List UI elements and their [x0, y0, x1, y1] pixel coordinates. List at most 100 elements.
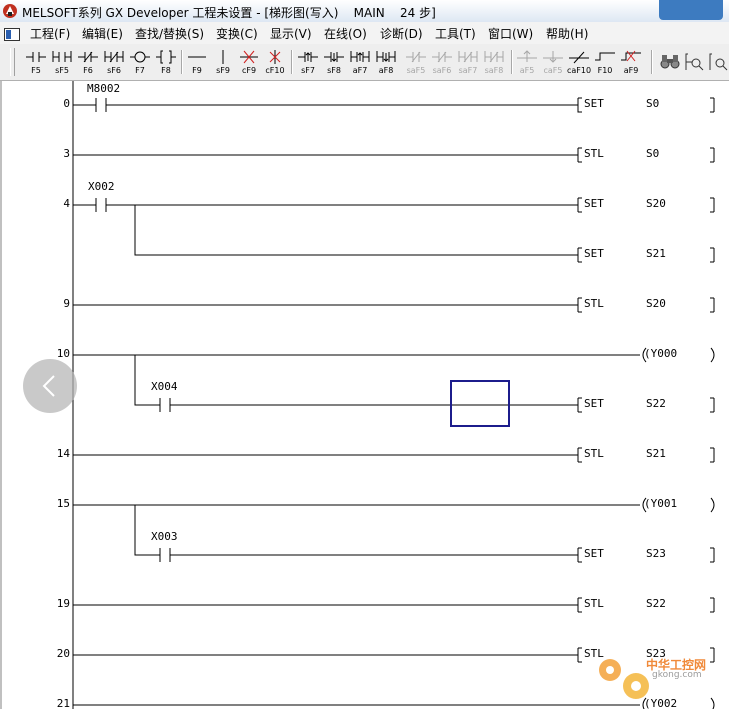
rung-0	[73, 97, 715, 113]
rising-pulse-contact-icon	[298, 52, 318, 62]
instruction-operand: S0	[646, 147, 660, 160]
draw-line-icon	[595, 52, 615, 61]
no-contact-button[interactable]: F5	[24, 48, 48, 76]
parallel-no-contact-icon	[52, 51, 72, 62]
menu-project[interactable]: 工程(F)	[30, 25, 70, 42]
horizontal-line-button[interactable]: F9	[185, 48, 209, 76]
ladder-toolbar: F5 sF5 F6 sF6 F7 F8 F9 sF9 cF9 cF10 sF7	[0, 44, 729, 81]
menu-window[interactable]: 窗口(W)	[488, 25, 533, 42]
menu-find-replace[interactable]: 查找/替换(S)	[135, 25, 204, 42]
invert-result-button[interactable]: caF10	[567, 48, 591, 76]
parallel-no-contact-button[interactable]: sF5	[50, 48, 74, 76]
find-device-button[interactable]	[682, 48, 706, 76]
falling-pulse-contact-icon	[324, 52, 344, 62]
rising-pulse-nc-icon	[406, 51, 426, 63]
instruction-mnemonic: STL	[584, 147, 604, 160]
parallel-falling-pulse-icon	[376, 51, 396, 62]
application-instruction-button[interactable]: F8	[154, 48, 178, 76]
delete-line-button[interactable]: aF9	[619, 48, 643, 76]
window-controls[interactable]	[659, 0, 723, 20]
delete-line-icon	[621, 50, 641, 62]
nc-contact-icon	[78, 51, 98, 63]
instruction-operand: S21	[646, 247, 666, 260]
delete-vertical-line-button[interactable]: cF10	[263, 48, 287, 76]
operation-rising-icon	[517, 50, 537, 62]
contact-device-label: X004	[151, 380, 178, 393]
rising-pulse-nc-button[interactable]: saF5	[404, 48, 428, 76]
step-number: 14	[56, 447, 70, 460]
watermark-subtext: gkong.com	[652, 670, 702, 680]
instruction-mnemonic: STL	[584, 597, 604, 610]
falling-pulse-nc-icon	[432, 51, 452, 63]
instruction-operand: S21	[646, 447, 666, 460]
parallel-falling-nc-button[interactable]: saF8	[482, 48, 506, 76]
contact-device-label: X003	[151, 530, 178, 543]
draw-line-button[interactable]: F10	[593, 48, 617, 76]
menu-online[interactable]: 在线(O)	[324, 25, 367, 42]
find-instruction-button[interactable]	[706, 48, 729, 76]
toolbar-separator	[291, 50, 293, 74]
instruction-operand: S20	[646, 197, 666, 210]
instruction-mnemonic: SET	[584, 547, 604, 560]
rung-4	[73, 197, 715, 263]
menu-convert[interactable]: 变换(C)	[216, 25, 258, 42]
rising-pulse-contact-button[interactable]: sF7	[296, 48, 320, 76]
rung-3	[73, 147, 715, 163]
ladder-wiring	[0, 81, 715, 709]
rung-19	[73, 597, 715, 613]
document-icon[interactable]	[4, 26, 20, 41]
toolbar-grip[interactable]	[10, 48, 15, 76]
step-number: 4	[63, 197, 70, 210]
back-button[interactable]	[23, 359, 77, 413]
instruction-operand: S22	[646, 597, 666, 610]
delete-horizontal-line-button[interactable]: cF9	[237, 48, 261, 76]
edit-cursor[interactable]	[450, 380, 510, 427]
instruction-operand: S0	[646, 97, 660, 110]
step-number: 19	[56, 597, 70, 610]
nc-contact-button[interactable]: F6	[76, 48, 100, 76]
menu-tools[interactable]: 工具(T)	[435, 25, 476, 42]
menu-bar: 工程(F) 编辑(E) 查找/替换(S) 变换(C) 显示(V) 在线(O) 诊…	[0, 22, 729, 45]
parallel-nc-contact-icon	[104, 51, 124, 63]
binoculars-icon	[660, 55, 680, 69]
rung-14	[73, 447, 715, 463]
step-number: 0	[63, 97, 70, 110]
instruction-operand: S20	[646, 297, 666, 310]
menu-diagnostics[interactable]: 诊断(D)	[380, 25, 423, 42]
find-device-icon	[685, 53, 704, 71]
instruction-mnemonic: STL	[584, 447, 604, 460]
step-number: 3	[63, 147, 70, 160]
step-number: 9	[63, 297, 70, 310]
coil-button[interactable]: F7	[128, 48, 152, 76]
no-contact-icon	[26, 52, 46, 62]
application-instruction-icon	[156, 50, 176, 64]
parallel-falling-pulse-button[interactable]: aF8	[374, 48, 398, 76]
instruction-mnemonic: SET	[584, 247, 604, 260]
instruction-mnemonic: SET	[584, 397, 604, 410]
menu-edit[interactable]: 编辑(E)	[82, 25, 123, 42]
ladder-editor[interactable]: 0 3 4 9 10 14 15 19 20 21 M8002 X002 X00…	[0, 81, 729, 710]
instruction-operand: S23	[646, 547, 666, 560]
chevron-left-icon	[42, 375, 55, 397]
window-title: MELSOFT系列 GX Developer 工程未设置 - [梯形图(写入) …	[22, 6, 436, 20]
parallel-rising-nc-button[interactable]: saF7	[456, 48, 480, 76]
operation-falling-icon	[543, 51, 563, 63]
rung-9	[73, 297, 715, 313]
title-bar[interactable]: MELSOFT系列 GX Developer 工程未设置 - [梯形图(写入) …	[0, 0, 729, 23]
menu-help[interactable]: 帮助(H)	[546, 25, 588, 42]
binoculars-button[interactable]	[658, 48, 682, 76]
horizontal-line-icon	[188, 56, 206, 58]
parallel-rising-pulse-button[interactable]: aF7	[348, 48, 372, 76]
parallel-nc-contact-button[interactable]: sF6	[102, 48, 126, 76]
operation-rising-button[interactable]: aF5	[515, 48, 539, 76]
step-number: 20	[56, 647, 70, 660]
falling-pulse-contact-button[interactable]: sF8	[322, 48, 346, 76]
toolbar-separator	[511, 50, 513, 74]
falling-pulse-nc-button[interactable]: saF6	[430, 48, 454, 76]
menu-view[interactable]: 显示(V)	[270, 25, 312, 42]
coil-output: (Y000	[644, 347, 678, 360]
contact-device-label: M8002	[87, 82, 121, 95]
vertical-line-button[interactable]: sF9	[211, 48, 235, 76]
operation-falling-button[interactable]: caF5	[541, 48, 565, 76]
toolbar-separator	[181, 50, 183, 74]
